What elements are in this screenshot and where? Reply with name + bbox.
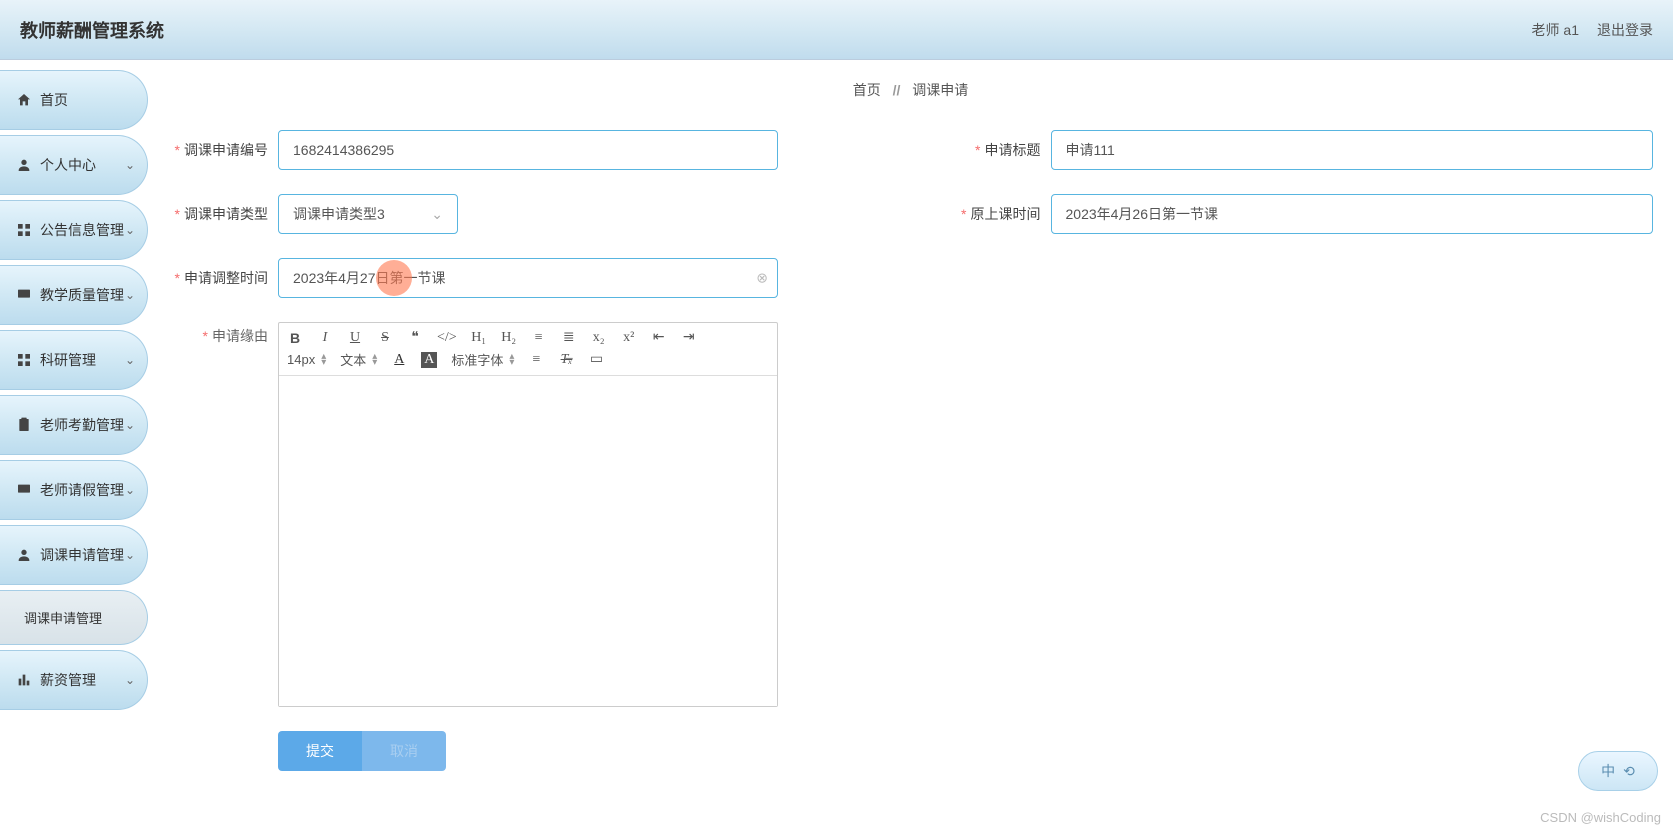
label-adj-time: *申请调整时间 (168, 268, 278, 288)
bold-button[interactable]: B (287, 330, 303, 346)
chevron-down-icon: ⌄ (125, 548, 135, 562)
sidebar-item-profile[interactable]: 个人中心 ⌄ (0, 135, 148, 195)
rich-editor: B I U S ❝ </> H₁ H₂ ≡ ≣ x₂ (278, 322, 778, 707)
main-content: 首页 // 调课申请 *调课申请编号 *调课申请类型 调课申请类型3 ⌄ * (148, 60, 1673, 831)
cancel-button[interactable]: 取消 (362, 731, 446, 771)
select-app-type-value: 调课申请类型3 (293, 204, 385, 224)
subscript-button[interactable]: x₂ (591, 330, 607, 346)
sidebar-item-label: 调课申请管理 (40, 545, 124, 565)
label-app-type: *调课申请类型 (168, 204, 278, 224)
image-button[interactable]: ▭ (588, 351, 604, 368)
breadcrumb-sep: // (893, 82, 901, 98)
align-button[interactable]: ≡ (528, 352, 544, 368)
chevron-down-icon: ⌄ (125, 673, 135, 687)
sidebar-item-attendance[interactable]: 老师考勤管理 ⌄ (0, 395, 148, 455)
ul-button[interactable]: ≣ (561, 329, 577, 346)
sidebar-item-leave[interactable]: 老师请假管理 ⌄ (0, 460, 148, 520)
clipboard-icon (16, 417, 32, 433)
chevron-down-icon: ⌄ (125, 418, 135, 432)
breadcrumb: 首页 // 调课申请 (168, 80, 1653, 100)
chevron-down-icon: ⌄ (125, 158, 135, 172)
chevron-down-icon: ⌄ (125, 223, 135, 237)
ime-icon: ⟲ (1623, 763, 1635, 780)
sidebar: 首页 个人中心 ⌄ 公告信息管理 ⌄ 教学质量管理 ⌄ 科研管理 ⌄ 老师考勤管… (0, 60, 148, 831)
underline-button[interactable]: U (347, 330, 363, 346)
strike-button[interactable]: S (377, 330, 393, 346)
sidebar-item-label: 教学质量管理 (40, 285, 124, 305)
sidebar-item-announce[interactable]: 公告信息管理 ⌄ (0, 200, 148, 260)
user-icon (16, 547, 32, 563)
input-title[interactable] (1051, 130, 1654, 170)
chevron-down-icon: ⌄ (125, 288, 135, 302)
select-app-type[interactable]: 调课申请类型3 ⌄ (278, 194, 458, 234)
chevron-down-icon: ⌄ (125, 353, 135, 367)
monitor-icon (16, 287, 32, 303)
label-app-number: *调课申请编号 (168, 140, 278, 160)
grid-icon (16, 352, 32, 368)
h1-button[interactable]: H₁ (471, 330, 487, 346)
chart-icon (16, 672, 32, 688)
sidebar-item-label: 老师请假管理 (40, 480, 124, 500)
text-style-select[interactable]: 文本▴▾ (340, 350, 377, 369)
outdent-button[interactable]: ⇥ (681, 329, 697, 346)
sidebar-item-home[interactable]: 首页 (0, 70, 148, 130)
clear-icon[interactable]: ⊗ (756, 270, 768, 287)
sidebar-item-label: 老师考勤管理 (40, 415, 124, 435)
font-color-button[interactable]: A (391, 352, 407, 368)
sidebar-item-salary[interactable]: 薪资管理 ⌄ (0, 650, 148, 710)
editor-content[interactable] (279, 376, 777, 706)
label-reason: *申请缘由 (168, 322, 278, 346)
sidebar-item-label: 科研管理 (40, 350, 96, 370)
label-orig-time: *原上课时间 (941, 204, 1051, 224)
sidebar-item-quality[interactable]: 教学质量管理 ⌄ (0, 265, 148, 325)
submit-button[interactable]: 提交 (278, 731, 362, 771)
input-orig-time[interactable] (1051, 194, 1654, 234)
user-icon (16, 157, 32, 173)
logout-link[interactable]: 退出登录 (1597, 20, 1653, 40)
chevron-down-icon: ⌄ (431, 206, 443, 223)
sidebar-item-label: 公告信息管理 (40, 220, 124, 240)
ime-indicator[interactable]: 中 ⟲ (1578, 751, 1658, 791)
header: 教师薪酬管理系统 老师 a1 退出登录 (0, 0, 1673, 60)
monitor-icon (16, 482, 32, 498)
font-family-select[interactable]: 标准字体▴▾ (451, 350, 514, 369)
sidebar-item-research[interactable]: 科研管理 ⌄ (0, 330, 148, 390)
header-right: 老师 a1 退出登录 (1532, 20, 1653, 40)
ime-label: 中 (1601, 761, 1615, 781)
input-app-number[interactable] (278, 130, 778, 170)
breadcrumb-home[interactable]: 首页 (853, 82, 881, 98)
breadcrumb-current: 调课申请 (912, 82, 968, 98)
indent-button[interactable]: ⇤ (651, 329, 667, 346)
watermark: CSDN @wishCoding (1540, 810, 1661, 825)
input-adj-time[interactable] (278, 258, 778, 298)
app-title: 教师薪酬管理系统 (20, 17, 164, 43)
superscript-button[interactable]: x² (621, 330, 637, 346)
user-label[interactable]: 老师 a1 (1532, 20, 1579, 40)
home-icon (16, 92, 32, 108)
sidebar-item-label: 首页 (40, 90, 68, 110)
sidebar-item-label: 个人中心 (40, 155, 96, 175)
ol-button[interactable]: ≡ (531, 330, 547, 346)
chevron-down-icon: ⌄ (125, 483, 135, 497)
italic-button[interactable]: I (317, 330, 333, 346)
label-title: *申请标题 (941, 140, 1051, 160)
grid-icon (16, 222, 32, 238)
editor-toolbar: B I U S ❝ </> H₁ H₂ ≡ ≣ x₂ (279, 323, 777, 376)
quote-button[interactable]: ❝ (407, 329, 423, 346)
code-button[interactable]: </> (437, 330, 457, 346)
h2-button[interactable]: H₂ (501, 330, 517, 346)
sidebar-subitem-schedule-app[interactable]: 调课申请管理 (0, 590, 148, 645)
sidebar-item-schedule-app[interactable]: 调课申请管理 ⌄ (0, 525, 148, 585)
font-size-select[interactable]: 14px▴▾ (287, 352, 326, 367)
bg-color-button[interactable]: A (421, 352, 437, 368)
sidebar-item-label: 调课申请管理 (24, 608, 102, 627)
sidebar-item-label: 薪资管理 (40, 670, 96, 690)
clear-format-button[interactable]: T̶ₓ (558, 352, 574, 368)
